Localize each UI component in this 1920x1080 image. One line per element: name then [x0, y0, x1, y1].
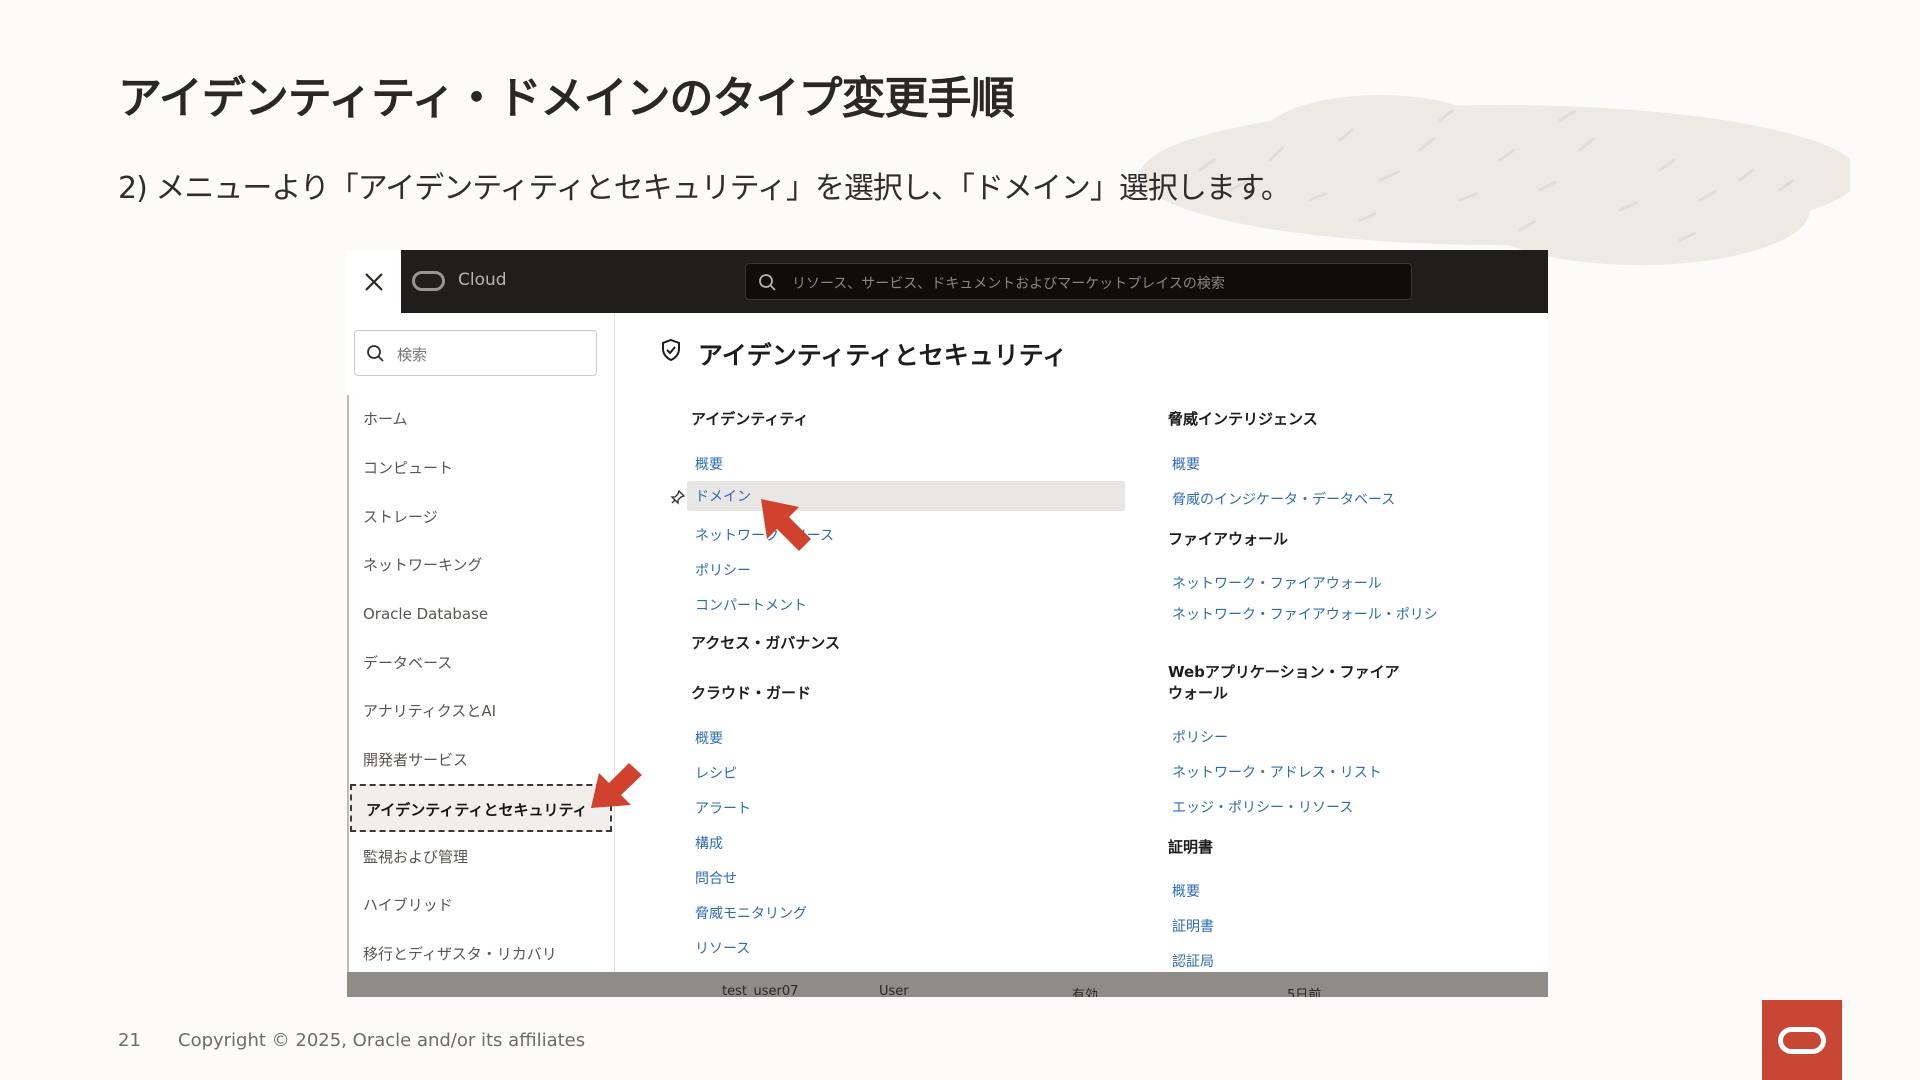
oracle-brand-logo: [1762, 1000, 1842, 1080]
console-topbar: Cloud リソース、サービス、ドキュメントおよびマーケットプレイスの検索: [347, 250, 1548, 313]
link-certificates-overview[interactable]: 概要: [1172, 881, 1200, 901]
copyright-text: Copyright © 2025, Oracle and/or its affi…: [178, 1030, 586, 1051]
oracle-ring-icon: [1778, 1027, 1826, 1054]
sidebar-search-placeholder: 検索: [397, 346, 428, 364]
slide-title: アイデンティティ・ドメインのタイプ変更手順: [118, 73, 1015, 124]
link-waf-edge-policy-resources[interactable]: エッジ・ポリシー・リソース: [1172, 797, 1353, 817]
close-icon: [365, 273, 383, 291]
link-cloud-guard-configuration[interactable]: 構成: [695, 833, 723, 853]
annotation-arrow-domain: [761, 499, 811, 551]
slide-subtitle: 2) メニューより「アイデンティティとセキュリティ」を選択し、「ドメイン」選択し…: [118, 171, 1291, 206]
sidebar-item-migration-dr[interactable]: 移行とディザスタ・リカバリ: [349, 930, 612, 975]
row-time: 5日前: [1287, 988, 1322, 997]
pin-icon[interactable]: [670, 489, 686, 505]
link-network-firewall-policy[interactable]: ネットワーク・ファイアウォール・ポリシ: [1172, 604, 1438, 624]
link-certificates[interactable]: 証明書: [1172, 916, 1214, 936]
link-cloud-guard-resources[interactable]: リソース: [695, 938, 750, 958]
sidebar-item-identity-security[interactable]: アイデンティティとセキュリティ: [350, 784, 612, 832]
row-user-type: User: [879, 984, 909, 997]
row-status-badge: 有効: [1072, 988, 1099, 997]
close-menu-button[interactable]: [347, 250, 401, 313]
link-network-firewall[interactable]: ネットワーク・ファイアウォール: [1172, 573, 1382, 593]
global-search-placeholder: リソース、サービス、ドキュメントおよびマーケットプレイスの検索: [792, 276, 1225, 292]
sidebar-item-databases[interactable]: データベース: [349, 639, 612, 687]
search-icon: [759, 274, 776, 291]
link-threat-intel-overview[interactable]: 概要: [1172, 454, 1200, 474]
page-number: 21: [118, 1030, 141, 1051]
sidebar-item-compute[interactable]: コンピュート: [349, 444, 612, 492]
sidebar-item-analytics-ai[interactable]: アナリティクスとAI: [349, 687, 612, 735]
console-screenshot: Cloud リソース、サービス、ドキュメントおよびマーケットプレイスの検索 検索…: [347, 250, 1548, 997]
group-title-cloud-guard: クラウド・ガード: [691, 684, 812, 702]
group-title-threat-intelligence: 脅威インテリジェンス: [1168, 410, 1318, 428]
group-title-waf-line2: ウォール: [1168, 684, 1229, 702]
global-search-input[interactable]: リソース、サービス、ドキュメントおよびマーケットプレイスの検索: [745, 263, 1412, 300]
shield-check-icon: [662, 338, 680, 362]
background-table-row: test_user07 User 有効 5日前: [347, 972, 1548, 997]
sidebar-item-networking[interactable]: ネットワーキング: [349, 541, 612, 589]
sidebar-item-oracle-database[interactable]: Oracle Database: [349, 590, 612, 638]
link-cloud-guard-alerts[interactable]: アラート: [695, 798, 751, 818]
section-heading-text: アイデンティティとセキュリティ: [698, 341, 1068, 370]
nav-list: ホーム コンピュート ストレージ ネットワーキング Oracle Databas…: [347, 395, 614, 975]
link-cloud-guard-overview[interactable]: 概要: [695, 728, 723, 748]
sidebar-item-hybrid[interactable]: ハイブリッド: [349, 881, 612, 929]
group-title-identity: アイデンティティ: [691, 410, 809, 428]
link-cloud-guard-threat-monitoring[interactable]: 脅威モニタリング: [695, 903, 807, 923]
link-identity-domains[interactable]: ドメイン: [687, 481, 1125, 511]
link-cloud-guard-recipes[interactable]: レシピ: [695, 763, 737, 783]
link-waf-network-address-lists[interactable]: ネットワーク・アドレス・リスト: [1172, 762, 1382, 782]
link-certificate-authorities[interactable]: 認証局: [1172, 951, 1214, 971]
group-title-certificates: 証明書: [1168, 838, 1214, 856]
link-cloud-guard-query[interactable]: 問合せ: [695, 868, 737, 888]
oracle-logo-icon[interactable]: [412, 271, 445, 291]
link-identity-compartments[interactable]: コンパートメント: [695, 595, 807, 615]
sidebar-search-input[interactable]: 検索: [354, 330, 597, 376]
sidebar-item-storage[interactable]: ストレージ: [349, 493, 612, 541]
annotation-arrow-sidebar: [591, 763, 642, 808]
link-identity-overview[interactable]: 概要: [695, 454, 723, 474]
row-user-name: test_user07: [722, 984, 799, 997]
search-icon: [367, 345, 384, 362]
group-title-waf-line1: Webアプリケーション・ファイア: [1168, 663, 1400, 681]
sidebar-item-home[interactable]: ホーム: [349, 395, 612, 443]
nav-sidebar: 検索 ホーム コンピュート ストレージ ネットワーキング Oracle Data…: [347, 313, 615, 975]
link-threat-indicator-database[interactable]: 脅威のインジケータ・データベース: [1172, 489, 1395, 509]
sidebar-item-developer-services[interactable]: 開発者サービス: [349, 736, 612, 784]
brand-label[interactable]: Cloud: [458, 270, 507, 290]
menu-main-panel: アイデンティティとセキュリティ アイデンティティ 概要 ドメイン ネットワーク・…: [615, 313, 1548, 975]
link-waf-policies[interactable]: ポリシー: [1172, 727, 1228, 747]
group-title-access-governance[interactable]: アクセス・ガバナンス: [691, 633, 840, 654]
sidebar-item-observability[interactable]: 監視および管理: [349, 833, 612, 881]
link-identity-policies[interactable]: ポリシー: [695, 560, 751, 580]
group-title-firewall: ファイアウォール: [1168, 530, 1289, 548]
